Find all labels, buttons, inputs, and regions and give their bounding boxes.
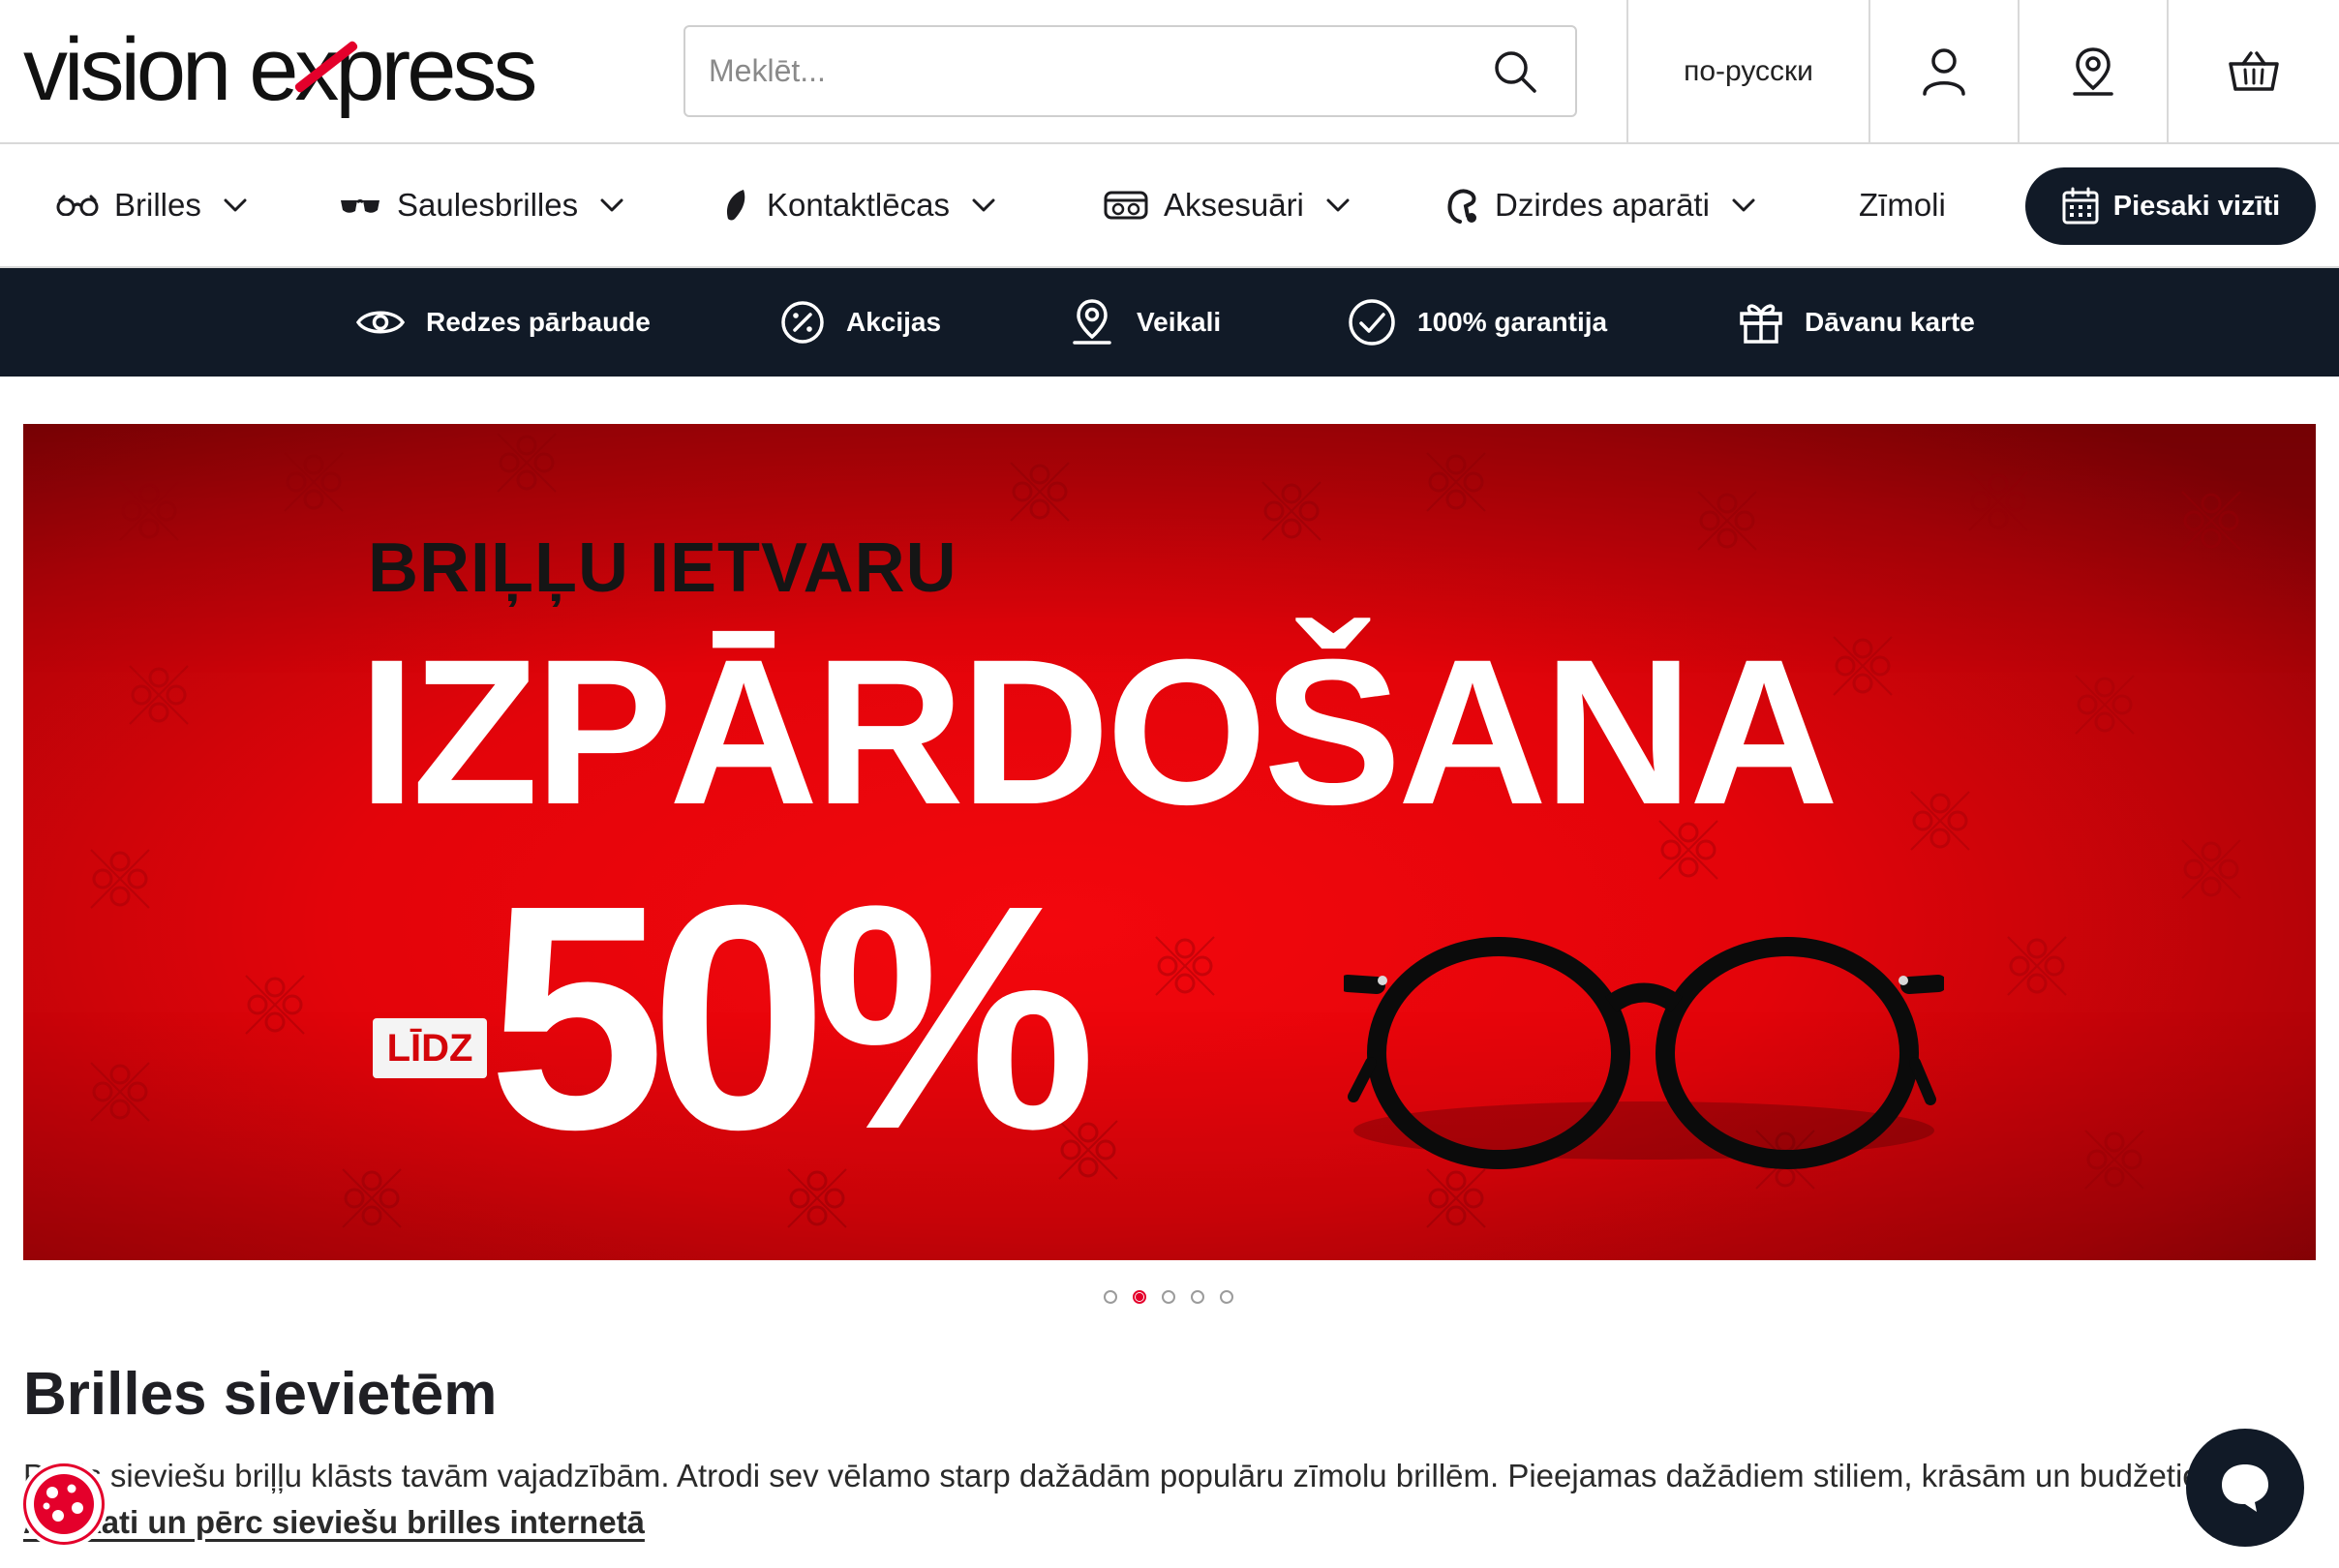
service-label: Veikali (1137, 307, 1222, 337)
logo-word-vision: vision (23, 19, 231, 119)
nav-item-brilles[interactable]: Brilles (56, 144, 248, 266)
carousel-dot-3[interactable] (1162, 1290, 1175, 1304)
service-label: Dāvanu karte (1805, 307, 1975, 337)
banner-headline-large: IZPĀRDOŠANA (358, 617, 1838, 848)
nav-label: Aksesuāri (1164, 187, 1304, 223)
carousel-dot-1[interactable] (1104, 1290, 1117, 1304)
cookie-settings-button[interactable] (23, 1463, 105, 1545)
gift-icon (1740, 304, 1782, 344)
percent-badge-icon (781, 301, 824, 344)
check-circle-icon (1349, 299, 1395, 346)
language-switch[interactable]: по-русски (1626, 0, 1868, 143)
chevron-down-icon (600, 198, 623, 212)
nav-label: Saulesbrilles (397, 187, 579, 223)
nav-item-saulesbrilles[interactable]: Saulesbrilles (339, 144, 624, 266)
carousel-dot-2[interactable] (1133, 1290, 1146, 1304)
shop-women-glasses-link[interactable]: Apskati un pērc sieviešu brilles interne… (23, 1504, 645, 1541)
search-input[interactable] (685, 32, 1460, 110)
service-garantija[interactable]: 100% garantija (1348, 268, 1607, 377)
nav-label: Kontaktlēcas (767, 187, 950, 223)
site-header: vision e x press по-русски (0, 0, 2339, 144)
banner-discount: 50% (488, 838, 1096, 1195)
banner-headline-small: BRIĻĻU IETVARU (368, 529, 957, 607)
chevron-down-icon (224, 198, 247, 212)
service-bar: Redzes pārbaude Akcijas Veikali 100% gar… (0, 268, 2339, 377)
cart-button[interactable] (2167, 0, 2339, 143)
nav-label: Dzirdes aparāti (1495, 187, 1710, 223)
logo-word-e: e (249, 19, 298, 119)
nav-label: Brilles (114, 187, 201, 223)
chevron-down-icon (1732, 198, 1755, 212)
language-label: по-русски (1684, 55, 1813, 87)
store-locator-button[interactable] (2018, 0, 2167, 143)
basket-icon (2229, 51, 2279, 91)
nav-item-zimoli[interactable]: Zīmoli (1859, 144, 1946, 266)
main-navigation: Brilles Saulesbrilles Kontaktlēcas Akses… (0, 144, 2339, 268)
page-title: Brilles sievietēm (23, 1361, 498, 1428)
service-veikali[interactable]: Veikali (1069, 268, 1221, 377)
nav-label: Zīmoli (1859, 187, 1946, 223)
search-box (683, 25, 1577, 117)
glasses-case-icon (1104, 191, 1148, 220)
nav-item-kontaktlecas[interactable]: Kontaktlēcas (722, 144, 996, 266)
user-icon (1923, 48, 1965, 96)
cookie-icon (34, 1474, 94, 1534)
chevron-down-icon (1326, 198, 1350, 212)
service-akcijas[interactable]: Akcijas (780, 268, 941, 377)
service-label: Redzes pārbaude (426, 307, 651, 337)
search-button[interactable] (1490, 46, 1540, 97)
carousel-indicators (1104, 1290, 1233, 1304)
map-pin-icon (2073, 47, 2113, 96)
sunglasses-icon (341, 199, 380, 213)
service-davanu-karte[interactable]: Dāvanu karte (1739, 268, 1975, 377)
vision-express-logo[interactable]: vision e x press (23, 19, 537, 119)
service-label: 100% garantija (1417, 307, 1608, 337)
hearing-aid-icon (1447, 189, 1476, 224)
nav-item-dzirdes-aparati[interactable]: Dzirdes aparāti (1446, 144, 1756, 266)
carousel-dot-4[interactable] (1191, 1290, 1204, 1304)
chat-bubble-icon (2222, 1464, 2268, 1512)
hero-banner[interactable]: BRIĻĻU IETVARU IZPĀRDOŠANA LĪDZ 50% (23, 424, 2316, 1260)
cta-label: Piesaki vizīti (2112, 190, 2281, 222)
book-appointment-button[interactable]: Piesaki vizīti (2025, 167, 2316, 245)
calendar-icon (2062, 187, 2099, 225)
map-pin-icon (1073, 299, 1111, 345)
eye-icon (356, 311, 405, 334)
eyeglasses-product-image (1344, 937, 1944, 1169)
chevron-down-icon (972, 198, 995, 212)
carousel-dot-5[interactable] (1220, 1290, 1233, 1304)
service-label: Akcijas (846, 307, 942, 337)
banner-badge: LĪDZ (373, 1018, 487, 1078)
contact-lens-icon (726, 190, 745, 221)
eyeglasses-icon (56, 195, 99, 216)
chat-button[interactable] (2186, 1429, 2304, 1547)
nav-item-aksesuari[interactable]: Aksesuāri (1104, 144, 1351, 266)
service-redzes-parbaude[interactable]: Redzes pārbaude (356, 268, 651, 377)
search-icon (1495, 51, 1536, 93)
logo-word-press: press (335, 19, 537, 119)
category-description: Plašs sieviešu briļļu klāsts tavām vajad… (23, 1458, 2192, 1493)
account-button[interactable] (1868, 0, 2018, 143)
